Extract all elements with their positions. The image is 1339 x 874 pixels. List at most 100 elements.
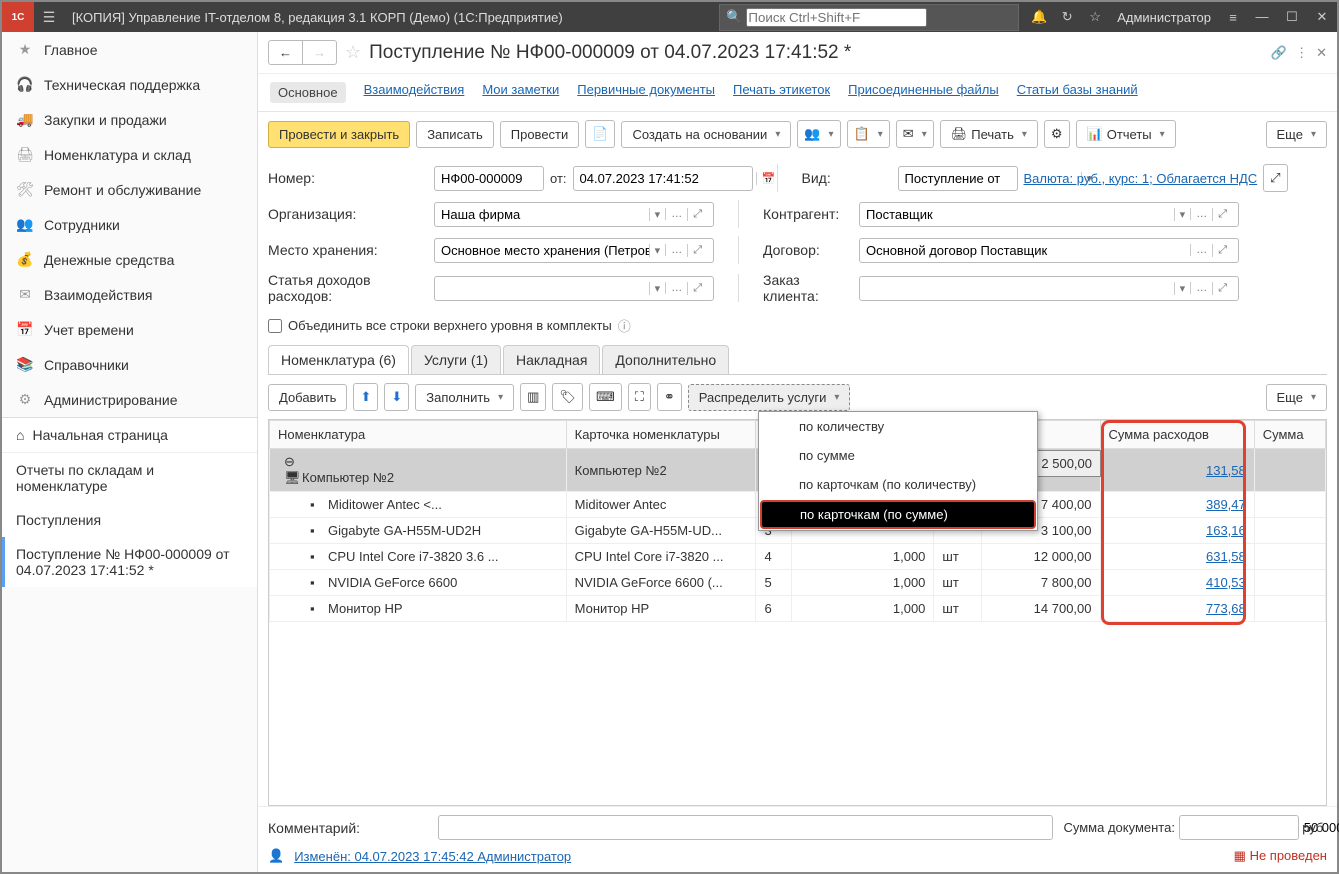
- table-row[interactable]: ▪Монитор HPМонитор HP61,000шт14 700,0077…: [270, 596, 1326, 622]
- move-up-button[interactable]: ⬆: [353, 383, 378, 411]
- create-based-button[interactable]: Создать на основании: [621, 121, 791, 148]
- keyboard-button[interactable]: ⌨: [589, 383, 622, 411]
- subnav-reports[interactable]: Отчеты по складам и номенклатуре: [2, 453, 257, 503]
- linkbar-item[interactable]: Статьи базы знаний: [1017, 82, 1138, 103]
- post-close-button[interactable]: Провести и закрыть: [268, 121, 410, 148]
- expense-link[interactable]: 631,58: [1206, 549, 1246, 564]
- table-row[interactable]: ▪NVIDIA GeForce 6600NVIDIA GeForce 6600 …: [270, 570, 1326, 596]
- bell-icon[interactable]: 🔔: [1025, 9, 1053, 25]
- nav-back-forward[interactable]: ←→: [268, 40, 337, 65]
- expense-link[interactable]: 163,16: [1206, 523, 1246, 538]
- star-icon[interactable]: ☆: [1081, 9, 1109, 25]
- subtab[interactable]: Услуги (1): [411, 345, 501, 374]
- org-input[interactable]: [441, 207, 649, 222]
- post-button[interactable]: Провести: [500, 121, 580, 148]
- add-button[interactable]: Добавить: [268, 384, 347, 411]
- more-button[interactable]: Еще: [1266, 121, 1327, 148]
- income-input[interactable]: [441, 281, 649, 296]
- close-tab-icon[interactable]: ✕: [1316, 45, 1327, 61]
- nav-item[interactable]: 💰Денежные средства: [2, 242, 257, 277]
- link-bar: Основное Взаимодействия Мои заметки Первичн…: [258, 74, 1337, 112]
- distribute-button[interactable]: Распределить услуги: [688, 384, 851, 411]
- global-search[interactable]: 🔍: [719, 4, 1019, 31]
- minimize-button[interactable]: —: [1247, 9, 1277, 25]
- combine-checkbox[interactable]: [268, 319, 282, 333]
- maximize-button[interactable]: ☐: [1277, 9, 1307, 25]
- subtab[interactable]: Номенклатура (6): [268, 345, 409, 374]
- reports-button[interactable]: 📊 Отчеты: [1076, 120, 1176, 148]
- expense-link[interactable]: 131,58: [1206, 463, 1246, 478]
- back-icon[interactable]: ←: [269, 41, 302, 64]
- linkbar-item[interactable]: Присоединенные файлы: [848, 82, 999, 103]
- nav-item[interactable]: 📚Справочники: [2, 347, 257, 382]
- comment-input[interactable]: [445, 820, 1046, 835]
- nav-item[interactable]: 📅Учет времени: [2, 312, 257, 347]
- tag-button[interactable]: 🏷: [552, 383, 583, 411]
- currency-link[interactable]: Валюта: руб., курс: 1; Облагается НДС: [1024, 171, 1258, 186]
- nav-item[interactable]: 👥Сотрудники: [2, 207, 257, 242]
- changed-link[interactable]: Изменён: 04.07.2023 17:45:42 Администрат…: [294, 849, 571, 864]
- linkbar-item[interactable]: Взаимодействия: [364, 82, 465, 103]
- nav-item[interactable]: 🚚Закупки и продажи: [2, 102, 257, 137]
- subnav-open-doc[interactable]: Поступление № НФ00-000009 от 04.07.2023 …: [2, 537, 257, 587]
- expand-button[interactable]: ⛶: [628, 383, 651, 411]
- home-link[interactable]: ⌂Начальная страница: [2, 418, 257, 453]
- linkbar-item[interactable]: Первичные документы: [577, 82, 715, 103]
- nav-item[interactable]: 🎧Техническая поддержка: [2, 67, 257, 102]
- menu-icon[interactable]: ☰: [34, 9, 64, 26]
- col-expenses[interactable]: Сумма расходов: [1100, 421, 1254, 449]
- send-icon-button[interactable]: ✉: [896, 120, 934, 148]
- expense-link[interactable]: 389,47: [1206, 497, 1246, 512]
- table-more-button[interactable]: Еще: [1266, 384, 1327, 411]
- store-input[interactable]: [441, 243, 649, 258]
- forward-icon[interactable]: →: [302, 41, 336, 64]
- expense-link[interactable]: 773,68: [1206, 601, 1246, 616]
- menu-by-cards-sum[interactable]: по карточкам (по сумме): [760, 500, 1036, 529]
- col-name[interactable]: Номенклатура: [270, 421, 567, 449]
- linkbar-item[interactable]: Основное: [270, 82, 346, 103]
- nav-item[interactable]: ⚙Администрирование: [2, 382, 257, 417]
- subtab[interactable]: Накладная: [503, 345, 600, 374]
- doc-icon-button[interactable]: 📄: [585, 120, 615, 148]
- settings-icon[interactable]: ≡: [1219, 10, 1247, 25]
- fill-button[interactable]: Заполнить: [415, 384, 514, 411]
- link-icon[interactable]: 🔗: [1271, 45, 1287, 61]
- linkbar-item[interactable]: Мои заметки: [482, 82, 559, 103]
- move-down-button[interactable]: ⬇: [384, 383, 409, 411]
- col-card[interactable]: Карточка номенклатуры: [566, 421, 756, 449]
- linkbar-item[interactable]: Печать этикеток: [733, 82, 830, 103]
- subtab[interactable]: Дополнительно: [602, 345, 729, 374]
- print-button[interactable]: 🖨 Печать: [940, 120, 1038, 148]
- copy-icon-button[interactable]: 📋: [847, 120, 890, 148]
- save-button[interactable]: Записать: [416, 121, 494, 148]
- link-button[interactable]: ⚭: [657, 383, 682, 411]
- home-icon: ⌂: [16, 427, 24, 443]
- nav-item[interactable]: 🛠Ремонт и обслуживание: [2, 172, 257, 207]
- subnav-receipts[interactable]: Поступления: [2, 503, 257, 537]
- col-sum[interactable]: Сумма: [1254, 421, 1325, 449]
- barcode-button[interactable]: ▥: [520, 383, 546, 411]
- close-button[interactable]: ✕: [1307, 9, 1337, 25]
- search-input[interactable]: [746, 8, 927, 27]
- contr-input[interactable]: [866, 207, 1174, 222]
- table-row[interactable]: ▪CPU Intel Core i7-3820 3.6 ...CPU Intel…: [270, 544, 1326, 570]
- user-label[interactable]: Администратор: [1109, 10, 1219, 25]
- expand-icon[interactable]: ⤢: [1263, 164, 1287, 192]
- nav-item[interactable]: 🖨Номенклатура и склад: [2, 137, 257, 172]
- nav-item[interactable]: ★Главное: [2, 32, 257, 67]
- users-icon-button[interactable]: 👥: [797, 120, 840, 148]
- menu-by-sum[interactable]: по сумме: [759, 441, 1037, 470]
- date-input[interactable]: [580, 171, 756, 186]
- info-icon[interactable]: ⓘ: [618, 316, 631, 335]
- history-icon[interactable]: ↻: [1053, 9, 1081, 25]
- order-input[interactable]: [866, 281, 1174, 296]
- nav-item[interactable]: ✉Взаимодействия: [2, 277, 257, 312]
- menu-by-qty[interactable]: по количеству: [759, 412, 1037, 441]
- expense-link[interactable]: 410,53: [1206, 575, 1246, 590]
- more-icon[interactable]: ⋮: [1295, 45, 1308, 61]
- menu-by-cards-qty[interactable]: по карточкам (по количеству): [759, 470, 1037, 499]
- contract-input[interactable]: [866, 243, 1190, 258]
- tune-icon-button[interactable]: ⚙: [1044, 120, 1070, 148]
- distribute-menu: по количеству по сумме по карточкам (по …: [758, 411, 1038, 531]
- favorite-icon[interactable]: ☆: [345, 42, 361, 63]
